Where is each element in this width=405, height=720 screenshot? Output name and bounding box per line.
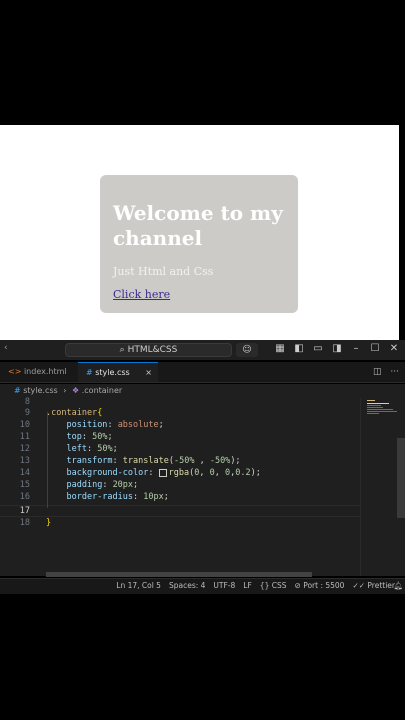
html-icon: <> [8, 367, 22, 376]
prettier-status[interactable]: ✓✓ Prettier [352, 579, 395, 593]
code-text: background-color: rgba(0, 0, 0,0.2); [66, 468, 261, 478]
search-icon: ⌕ [119, 345, 125, 355]
minimap-line [367, 409, 393, 410]
encoding[interactable]: UTF-8 [213, 579, 235, 593]
toggle-panel-icon[interactable]: ▭ [313, 343, 323, 354]
color-swatch[interactable] [158, 468, 167, 477]
line-number: 14 [19, 468, 30, 478]
minimap-line [367, 413, 379, 414]
line-number: 16 [19, 492, 30, 502]
line-number: 18 [19, 518, 30, 528]
code-text: border-radius: 10px; [66, 492, 169, 502]
minimap-line [367, 403, 389, 404]
split-editor-icon[interactable]: ◫ [373, 367, 382, 377]
toggle-secondary-icon[interactable]: ◨ [332, 343, 342, 354]
maximize-icon[interactable]: ☐ [370, 343, 380, 354]
tab-label: style.css [95, 368, 130, 377]
code-text: .container{ [46, 408, 103, 418]
line-number: 13 [19, 456, 30, 466]
breadcrumb-file[interactable]: style.css [23, 386, 57, 395]
status-bar: Ln 17, Col 5 Spaces: 4 UTF-8 LF {} CSS ⊘… [0, 578, 405, 594]
chevron-right-icon: › [63, 386, 67, 395]
port-label: Port : 5500 [303, 581, 345, 590]
code-line: 12 left: 50%; [0, 443, 360, 455]
code-line: 17 [0, 505, 360, 517]
code-text: transform: translate(-50% , -50%); [66, 456, 241, 466]
tab-index-html[interactable]: <> index.html [0, 362, 76, 382]
code-text: } [46, 518, 52, 528]
minimap[interactable] [360, 398, 405, 576]
code-line: 15 padding: 20px; [0, 479, 360, 491]
minimap-line [367, 411, 397, 412]
code-text: left: 50%; [66, 444, 118, 454]
code-line: 11 top: 50%; [0, 431, 360, 443]
back-arrow-icon[interactable]: ‹ [4, 343, 8, 353]
no-entry-icon: ⊘ [294, 581, 301, 590]
vertical-scrollbar[interactable] [397, 438, 405, 518]
line-number: 17 [19, 506, 30, 516]
title-bar: ‹ ⌕ HTML&CSS ☺ ▦ ◧ ▭ ◨ – ☐ ✕ [0, 340, 405, 360]
line-number: 9 [24, 408, 30, 418]
copilot-icon[interactable]: ☺ [236, 343, 258, 357]
minimap-line [367, 407, 383, 408]
line-number: 12 [19, 444, 30, 454]
minimap-line [367, 405, 381, 406]
code-text: position: absolute; [66, 420, 164, 430]
notifications-bell-icon[interactable]: 🔔︎ [393, 579, 403, 593]
tab-close-icon[interactable]: × [145, 363, 152, 383]
code-line: 10 position: absolute; [0, 419, 360, 431]
line-number: 10 [19, 420, 30, 430]
command-center-search[interactable]: ⌕ HTML&CSS [65, 343, 232, 357]
code-line: 14 background-color: rgba(0, 0, 0,0.2); [0, 467, 360, 479]
subtext: Just Html and Css [113, 265, 214, 278]
check-double-icon: ✓✓ [352, 581, 366, 590]
cursor-position[interactable]: Ln 17, Col 5 [116, 579, 161, 593]
line-number: 11 [19, 432, 30, 442]
container-card: Welcome to my channel Just Html and Css … [100, 175, 298, 313]
css-icon: # [14, 386, 21, 395]
css-icon: # [86, 368, 93, 377]
welcome-heading: Welcome to my channel [113, 201, 283, 250]
braces-icon: {} [259, 581, 270, 590]
tab-style-css[interactable]: # style.css × [78, 362, 158, 382]
code-line: 18 } [0, 517, 360, 529]
minimize-icon[interactable]: – [351, 343, 361, 354]
browser-preview: Welcome to my channel Just Html and Css … [0, 125, 399, 340]
close-icon[interactable]: ✕ [389, 343, 399, 354]
minimap-line [367, 400, 375, 401]
language-label: CSS [271, 581, 287, 590]
click-here-link[interactable]: Click here [113, 288, 170, 301]
search-label: HTML&CSS [127, 345, 178, 355]
indentation[interactable]: Spaces: 4 [169, 579, 205, 593]
breadcrumb-symbol[interactable]: .container [82, 386, 122, 395]
code-line: 13 transform: translate(-50% , -50%); [0, 455, 360, 467]
code-editor[interactable]: 8 9 .container{ 10 position: absolute; 1… [0, 397, 360, 576]
toggle-sidebar-icon[interactable]: ◧ [294, 343, 304, 354]
line-number: 15 [19, 480, 30, 490]
more-actions-icon[interactable]: ··· [390, 367, 399, 377]
symbol-class-icon: ❖ [72, 386, 80, 395]
code-text: top: 50%; [66, 432, 113, 442]
tab-bar: <> index.html # style.css × ◫ ··· [0, 362, 405, 383]
live-server-port[interactable]: ⊘ Port : 5500 [295, 579, 345, 593]
prettier-label: Prettier [367, 581, 395, 590]
code-text: padding: 20px; [66, 480, 139, 490]
horizontal-scrollbar[interactable] [46, 572, 312, 577]
code-line: 16 border-radius: 10px; [0, 491, 360, 503]
language-mode[interactable]: {} CSS [260, 579, 287, 593]
end-of-line[interactable]: LF [243, 579, 252, 593]
tab-label: index.html [23, 367, 67, 376]
layout-icon[interactable]: ▦ [275, 343, 285, 354]
code-line: 9 .container{ [0, 407, 360, 419]
